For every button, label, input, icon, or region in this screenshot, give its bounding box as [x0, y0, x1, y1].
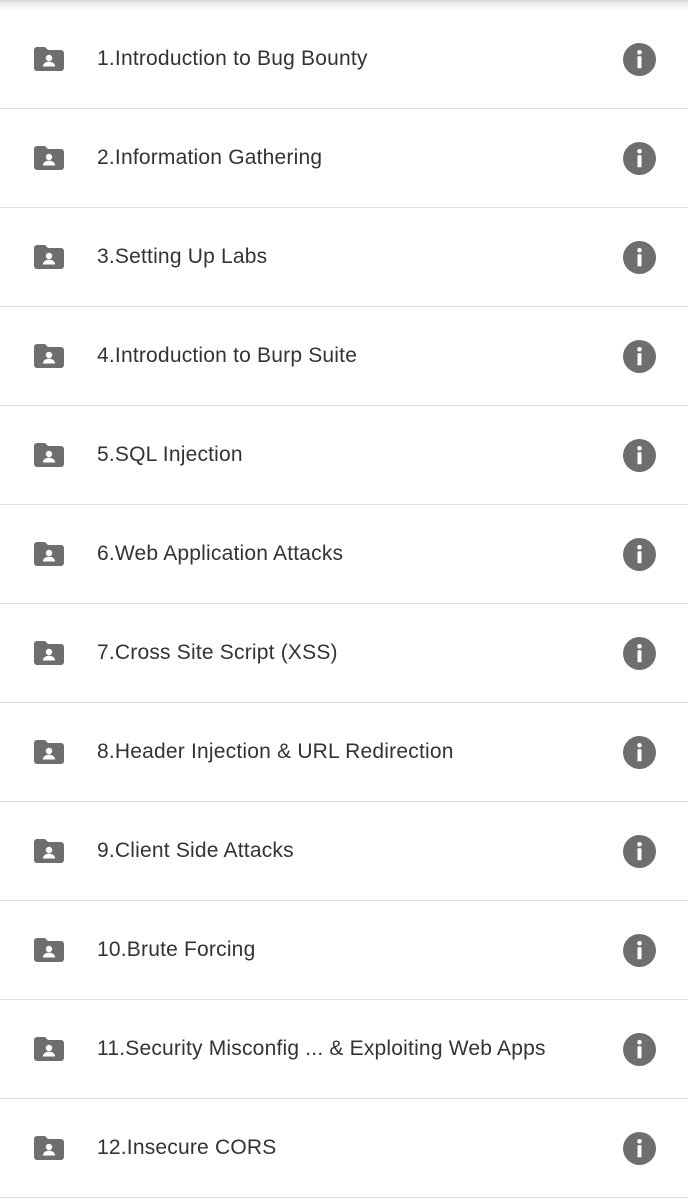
folder-row[interactable]: 3.Setting Up Labs [0, 208, 688, 307]
info-icon[interactable] [623, 339, 656, 373]
info-icon[interactable] [623, 933, 656, 967]
folder-row[interactable]: 10.Brute Forcing [0, 901, 688, 1000]
shared-folder-icon [34, 938, 64, 962]
info-icon[interactable] [623, 735, 656, 769]
info-icon[interactable] [623, 141, 656, 175]
folder-row[interactable]: 6.Web Application Attacks [0, 505, 688, 604]
folder-label: 12.Insecure CORS [97, 1136, 277, 1159]
folder-label: 9.Client Side Attacks [97, 839, 294, 862]
info-icon[interactable] [623, 537, 656, 571]
shared-folder-icon [34, 1037, 64, 1061]
folder-row[interactable]: 11.Security Misconfig ... & Exploiting W… [0, 1000, 688, 1099]
shared-folder-icon [34, 839, 64, 863]
folder-row[interactable]: 7.Cross Site Script (XSS) [0, 604, 688, 703]
top-edge-shadow [0, 0, 688, 10]
shared-folder-icon [34, 47, 64, 71]
shared-folder-icon [34, 542, 64, 566]
shared-folder-icon [34, 344, 64, 368]
info-icon[interactable] [623, 1032, 656, 1066]
info-icon[interactable] [623, 42, 656, 76]
shared-folder-icon [34, 245, 64, 269]
info-icon[interactable] [623, 240, 656, 274]
folder-row[interactable]: 4.Introduction to Burp Suite [0, 307, 688, 406]
info-icon[interactable] [623, 438, 656, 472]
shared-folder-icon [34, 146, 64, 170]
folder-label: 10.Brute Forcing [97, 938, 256, 961]
info-icon[interactable] [623, 1131, 656, 1165]
shared-folder-icon [34, 641, 64, 665]
folder-row[interactable]: 8.Header Injection & URL Redirection [0, 703, 688, 802]
folder-label: 8.Header Injection & URL Redirection [97, 740, 454, 763]
folder-row[interactable]: 12.Insecure CORS [0, 1099, 688, 1198]
folder-label: 4.Introduction to Burp Suite [97, 344, 358, 367]
folder-row[interactable]: 5.SQL Injection [0, 406, 688, 505]
info-icon[interactable] [623, 636, 656, 670]
shared-folder-icon [34, 740, 64, 764]
folder-label: 7.Cross Site Script (XSS) [97, 641, 338, 664]
folder-row[interactable]: 1.Introduction to Bug Bounty [0, 10, 688, 109]
shared-folder-icon [34, 443, 64, 467]
info-icon[interactable] [623, 834, 656, 868]
folder-row[interactable]: 9.Client Side Attacks [0, 802, 688, 901]
folder-label: 5.SQL Injection [97, 443, 243, 466]
folder-label: 11.Security Misconfig ... & Exploiting W… [97, 1037, 546, 1060]
folder-label: 3.Setting Up Labs [97, 245, 268, 268]
folder-list: 1.Introduction to Bug Bounty 2.Informati… [0, 10, 688, 1198]
folder-label: 6.Web Application Attacks [97, 542, 344, 565]
folder-row[interactable]: 2.Information Gathering [0, 109, 688, 208]
folder-label: 2.Information Gathering [97, 146, 323, 169]
shared-folder-icon [34, 1136, 64, 1160]
folder-label: 1.Introduction to Bug Bounty [97, 47, 368, 70]
